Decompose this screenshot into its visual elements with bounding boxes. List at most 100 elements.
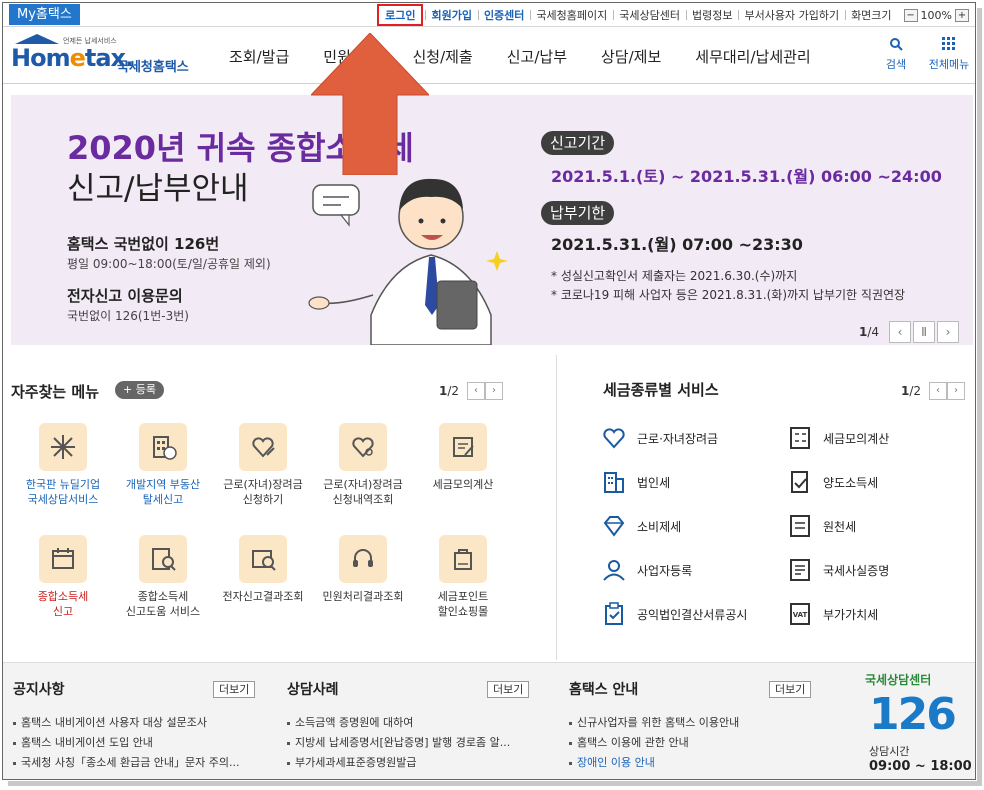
tax-next-button[interactable]: › — [947, 382, 966, 400]
tax-page-indicator: 1/2 — [901, 384, 921, 398]
fav-label-line1: 개발지역 부동산 — [125, 478, 201, 491]
nts-homepage-link[interactable]: 국세청홈페이지 — [530, 7, 613, 23]
cases-title: 상담사례 — [287, 682, 339, 698]
list-item[interactable]: 홈택스 내비게이션 사용자 대상 설문조사 — [13, 713, 240, 733]
up-arrow-annotation — [311, 33, 429, 175]
logo-roof-icon — [15, 34, 59, 44]
list-item[interactable]: 신규사업자를 위한 홈택스 이용안내 — [569, 713, 739, 733]
notice-list: 홈택스 내비게이션 사용자 대상 설문조사 홈택스 내비게이션 도입 안내 국세… — [13, 713, 240, 773]
tax-item-label: 양도소득세 — [823, 475, 879, 490]
logo-wordmark: Hometax. — [11, 44, 134, 72]
main-banner[interactable]: 2020년 귀속 종합소득세 신고/납부안내 홈택스 국번없이 126번 평일 … — [11, 95, 973, 345]
banner-pause-button[interactable]: Ⅱ — [913, 321, 936, 343]
tax-item-business-registration[interactable]: 사업자등록 — [601, 557, 692, 583]
doc-search-icon — [139, 535, 187, 583]
tax-item-public-corp[interactable]: 공익법인결산서류공시 — [601, 601, 747, 627]
tax-item-label: 공익법인결산서류공시 — [637, 607, 748, 622]
list-item[interactable]: 소득금액 증명원에 대하여 — [287, 713, 510, 733]
fav-item-tax-simulation[interactable]: 세금모의계산 — [413, 423, 513, 492]
tax-item-withholding[interactable]: 원천세 — [787, 513, 856, 539]
login-link[interactable]: 로그인 — [377, 4, 424, 26]
calendar-icon — [39, 535, 87, 583]
guide-list: 신규사업자를 위한 홈택스 이용안내 홈택스 이용에 관한 안내 장애인 이용 … — [569, 713, 739, 773]
logo-e: e — [69, 44, 86, 72]
center-title: 국세상담센터 — [865, 673, 932, 687]
fav-item-newdeal[interactable]: 한국판 뉴딜기업국세상담서비스 — [13, 423, 113, 507]
cases-list: 소득금액 증명원에 대하여 지방세 납세증명서[완납증명] 발행 경로좀 알..… — [287, 713, 510, 773]
tax-item-label: 사업자등록 — [637, 563, 693, 578]
center-number: 126 — [869, 689, 957, 740]
search-button[interactable]: 검색 — [881, 36, 911, 72]
banner-prev-button[interactable]: ‹ — [889, 321, 912, 343]
list-item[interactable]: 홈택스 이용에 관한 안내 — [569, 733, 739, 753]
notice-more-button[interactable]: 더보기 — [213, 681, 256, 698]
logo-subtitle: 국세청홈택스 — [117, 60, 189, 75]
fav-label-line2: 국세상담서비스 — [27, 493, 99, 506]
consult-center-126[interactable]: 국세상담센터 126 상담시간 09:00 ~ 18:00 — [865, 671, 975, 779]
my-hometax-button[interactable]: My홈택스 — [9, 4, 80, 25]
tax-item-eitc[interactable]: 근로·자녀장려금 — [601, 425, 718, 451]
fav-label-line1: 한국판 뉴딜기업 — [25, 478, 101, 491]
nav-consult[interactable]: 상담/제보 — [601, 46, 661, 67]
won-search-icon — [239, 535, 287, 583]
favorites-page-indicator: 1/2 — [439, 384, 459, 398]
list-item[interactable]: 장애인 이용 안내 — [569, 753, 739, 773]
fav-item-efiling-result[interactable]: 전자신고결과조회 — [213, 535, 313, 604]
tax-item-transfer[interactable]: 양도소득세 — [787, 469, 878, 495]
heart-pen-icon — [239, 423, 287, 471]
cert-center-link[interactable]: 인증센터 — [477, 7, 530, 23]
tax-item-simulation[interactable]: 세금모의계산 — [787, 425, 889, 451]
fav-label-line1: 종합소득세 — [137, 590, 189, 603]
tax-item-label: 부가가치세 — [823, 607, 879, 622]
fav-item-eitc-apply[interactable]: 근로(자녀)장려금 신청하기 — [213, 423, 313, 507]
favorites-next-button[interactable]: › — [485, 382, 504, 400]
fav-item-label: 종합소득세신고도움 서비스 — [113, 589, 213, 619]
list-item[interactable]: 지방세 납세증명서[완납증명] 발행 경로좀 알... — [287, 733, 510, 753]
building-icon — [139, 423, 187, 471]
heart-icon — [603, 428, 625, 449]
zoom-out-button[interactable]: − — [903, 8, 918, 22]
banner-note-1: * 성실신고확인서 제출자는 2021.6.30.(수)까지 — [551, 269, 798, 283]
favorites-add-button[interactable]: + 등록 — [115, 381, 164, 399]
dept-user-signup-link[interactable]: 부서사용자 가입하기 — [738, 7, 845, 23]
nav-filing[interactable]: 신고/납부 — [507, 46, 567, 67]
fav-item-income-tax-help[interactable]: 종합소득세신고도움 서비스 — [113, 535, 213, 619]
fav-item-label: 세금모의계산 — [413, 477, 513, 492]
tax-item-vat[interactable]: VAT 부가가치세 — [787, 601, 878, 627]
vat-icon: VAT — [790, 603, 810, 625]
nav-agent[interactable]: 세무대리/납세관리 — [695, 46, 810, 67]
zoom-in-button[interactable]: + — [955, 8, 969, 22]
all-menu-button[interactable]: 전체메뉴 — [923, 36, 975, 72]
fav-label-line2: 신고도움 서비스 — [125, 605, 201, 618]
filing-period-date: 2021.5.1.(토) ~ 2021.5.31.(월) 06:00 ~24:0… — [551, 167, 942, 186]
notice-title: 공지사항 — [13, 682, 65, 698]
fav-item-label: 근로(자녀)장려금 신청하기 — [213, 477, 313, 507]
fav-item-tax-point-mall[interactable]: 세금포인트 할인쇼핑몰 — [413, 535, 513, 619]
logo-hom: Hom — [11, 44, 71, 72]
guide-more-button[interactable]: 더보기 — [769, 681, 812, 698]
tax-item-consumption[interactable]: 소비제세 — [601, 513, 681, 539]
signup-link[interactable]: 회원가입 — [425, 7, 477, 23]
fav-item-realestate[interactable]: 개발지역 부동산 탈세신고 — [113, 423, 213, 507]
tax-prev-button[interactable]: ‹ — [929, 382, 948, 400]
fav-label-line2: 신청내역조회 — [332, 493, 394, 506]
favorites-page-total: /2 — [447, 384, 460, 398]
nav-inquiry[interactable]: 조회/발급 — [229, 46, 289, 67]
tax-item-corporate[interactable]: 법인세 — [601, 469, 670, 495]
banner-next-button[interactable]: › — [937, 321, 960, 343]
list-item[interactable]: 부가세과세표준증명원발급 — [287, 753, 510, 773]
list-item[interactable]: 홈택스 내비게이션 도입 안내 — [13, 733, 240, 753]
list-item[interactable]: 국세청 사칭「종소세 환급금 안내」문자 주의... — [13, 753, 240, 773]
favorites-prev-button[interactable]: ‹ — [467, 382, 486, 400]
center-hours-label: 상담시간 — [869, 745, 910, 758]
fav-item-civil-result[interactable]: 민원처리결과조회 — [313, 535, 413, 604]
fav-item-eitc-history[interactable]: 근로(자녀)장려금 신청내역조회 — [313, 423, 413, 507]
law-info-link[interactable]: 법령정보 — [686, 7, 738, 23]
tax-item-certificate[interactable]: 국세사실증명 — [787, 557, 889, 583]
cases-more-button[interactable]: 더보기 — [487, 681, 530, 698]
fav-item-income-tax-filing[interactable]: 종합소득세 신고 — [13, 535, 113, 619]
consult-center-link[interactable]: 국세상담센터 — [613, 7, 686, 23]
tax-bag-icon — [439, 535, 487, 583]
favorites-title: 자주찾는 메뉴 — [11, 383, 100, 401]
hometax-logo[interactable]: 언제든 납세서비스 Hometax. 국세청홈택스 — [11, 34, 191, 76]
